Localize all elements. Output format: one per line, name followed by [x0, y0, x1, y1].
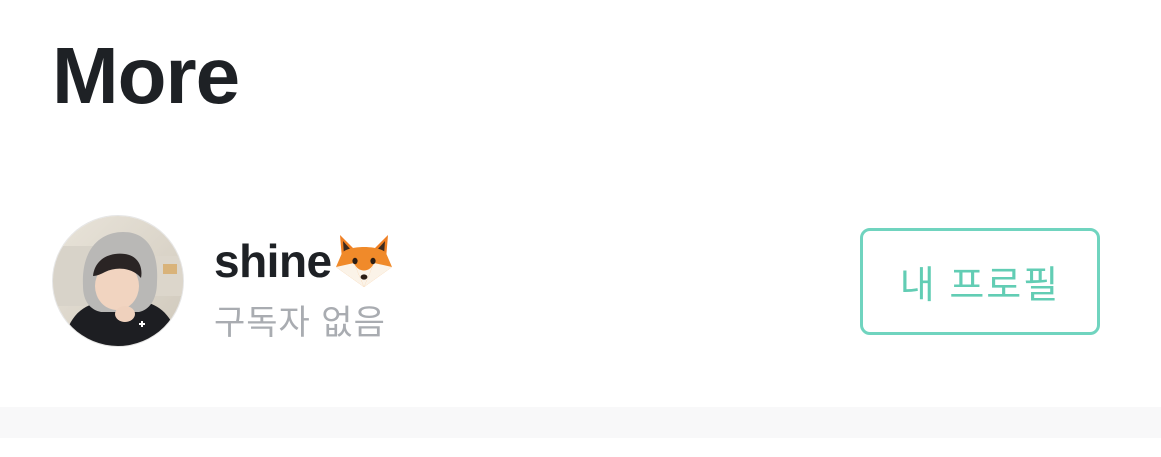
- avatar[interactable]: [52, 215, 184, 347]
- subscriber-count: 구독자 없음: [214, 304, 386, 342]
- fox-face-icon: [334, 233, 394, 289]
- avatar-photo-icon: [53, 216, 183, 346]
- my-profile-button[interactable]: 내 프로필: [860, 228, 1100, 335]
- profile-name[interactable]: shine: [214, 234, 332, 288]
- more-page: More shine 구독자 없음 내 프로필: [0, 0, 1161, 457]
- profile-name-line: shine: [214, 233, 394, 289]
- page-title: More: [52, 31, 240, 120]
- profile-row: shine 구독자 없음 내 프로필: [52, 215, 1101, 349]
- section-divider: [0, 407, 1161, 438]
